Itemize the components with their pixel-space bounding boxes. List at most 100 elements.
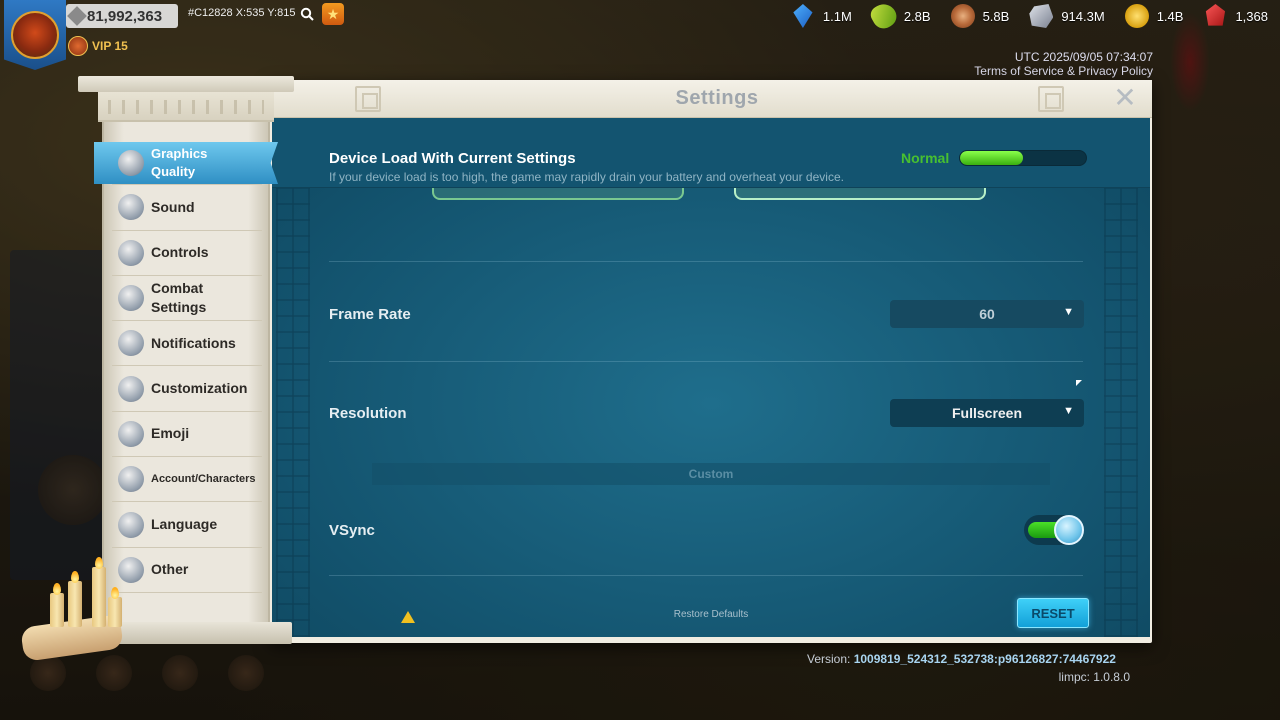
resolution-dropdown[interactable]: Fullscreen ▼ <box>890 399 1084 427</box>
sidebar-item-language[interactable]: Language <box>112 502 262 548</box>
sidebar-item-account[interactable]: Account/Characters <box>112 457 262 503</box>
resource-ruby[interactable]: 1,368 <box>1203 2 1268 30</box>
power-value: 81,992,363 <box>87 7 163 25</box>
swords-icon <box>118 285 144 312</box>
pillar-capital <box>78 76 294 92</box>
sidebar-item-controls[interactable]: Controls <box>112 231 262 276</box>
sidebar-item-label: Combat Settings <box>151 280 207 316</box>
device-load-status: Normal <box>901 150 950 166</box>
sidebar-item-notifications[interactable]: Notifications <box>112 321 262 367</box>
settings-title-bar: Settings ✕ <box>270 80 1152 118</box>
speaker-icon <box>118 194 144 221</box>
sidebar-item-label: Customization <box>151 380 248 397</box>
resource-gold[interactable]: 1.4B <box>1124 2 1204 30</box>
stone-icon <box>1029 4 1054 28</box>
person-icon <box>118 466 144 493</box>
gold-icon <box>1124 4 1149 28</box>
sidebar-item-label: Sound <box>151 198 195 215</box>
greek-key-icon <box>1038 86 1064 112</box>
frame-rate-value: 60 <box>979 306 995 322</box>
greek-key-icon <box>355 86 381 112</box>
sidebar-item-emoji[interactable]: Emoji <box>112 412 262 458</box>
mouse-cursor-icon <box>1076 380 1082 386</box>
vip-icon <box>68 36 88 56</box>
vip-label: VIP 15 <box>92 39 128 53</box>
resource-bar: 1.1M 2.8B 5.8B 914.3M 1.4B 1,368 <box>791 0 1268 33</box>
sidebar-item-label: Graphics Quality <box>151 146 208 179</box>
sidebar-item-other[interactable]: Other <box>112 548 262 593</box>
device-load-bar <box>959 150 1087 166</box>
candles-decoration[interactable] <box>20 557 132 662</box>
vsync-toggle[interactable] <box>1024 515 1084 545</box>
device-load-title: Device Load With Current Settings <box>329 150 576 167</box>
resource-food[interactable]: 2.8B <box>867 0 951 33</box>
resource-value: 2.8B <box>903 8 931 24</box>
sidebar-item-label: Controls <box>151 244 209 261</box>
close-button[interactable]: ✕ <box>1112 84 1138 112</box>
avatar-face <box>11 11 59 59</box>
version-prefix: Version: <box>807 652 854 666</box>
meander-border <box>276 118 310 637</box>
resource-wood[interactable]: 5.8B <box>950 2 1030 30</box>
restore-defaults-label: Restore Defaults <box>673 608 749 620</box>
smiley-icon <box>118 420 144 447</box>
sidebar-item-sound[interactable]: Sound <box>112 185 262 231</box>
sidebar-item-customization[interactable]: Customization <box>112 366 262 412</box>
sidebar-item-label: Emoji <box>151 425 190 442</box>
graphics-settings-panel: Device Load With Current Settings If you… <box>272 118 1150 637</box>
sidebar-item-combat[interactable]: Combat Settings <box>112 276 262 322</box>
utc-time: UTC 2025/09/05 07:34:07 <box>1014 50 1153 64</box>
divider <box>329 261 1083 262</box>
wood-icon <box>950 4 975 28</box>
divider <box>329 575 1083 576</box>
custom-label: Custom <box>688 467 734 481</box>
resource-value: 914.3M <box>1061 8 1105 24</box>
divider <box>329 361 1083 362</box>
resource-gem[interactable]: 1.1M <box>791 2 872 30</box>
device-load-header: Device Load With Current Settings If you… <box>272 118 1150 188</box>
resolution-label: Resolution <box>329 405 407 422</box>
vip-badge[interactable]: VIP 15 <box>68 36 128 56</box>
quality-option-button[interactable] <box>432 188 684 200</box>
terms-link[interactable]: Terms of Service & Privacy Policy <box>974 64 1153 78</box>
caret-down-icon: ▼ <box>1063 405 1074 417</box>
player-avatar[interactable] <box>4 0 66 70</box>
sidebar-item-graphics[interactable]: Graphics Quality <box>94 142 278 184</box>
resource-value: 1.4B <box>1156 8 1184 24</box>
device-load-description: If your device load is too high, the gam… <box>329 170 844 184</box>
sidebar-item-label: Account/Characters <box>151 472 256 485</box>
monitor-icon <box>118 150 144 176</box>
sidebar-item-label: Language <box>151 516 218 533</box>
settings-menu: Graphics Quality Sound Controls Combat Sett… <box>94 140 278 593</box>
scroll-icon <box>118 511 144 538</box>
reset-button[interactable]: RESET <box>1017 598 1089 628</box>
resource-value: 1.1M <box>822 8 852 24</box>
bookmark-star-icon[interactable]: ★ <box>322 3 344 25</box>
settings-window: Settings ✕ Device Load With Current Sett… <box>270 80 1152 643</box>
version-number: 1009819_524312_532738:p96126827:74467922 <box>853 652 1116 666</box>
frame-rate-dropdown[interactable]: 60 ▼ <box>890 300 1084 328</box>
custom-preset-row[interactable]: Custom <box>372 463 1050 485</box>
settings-title: Settings <box>675 87 759 109</box>
horn-icon <box>118 330 144 357</box>
device-load-fill <box>960 151 1023 165</box>
vsync-label: VSync <box>329 522 375 539</box>
version-info: Version: 1009819_524312_532738:p96126827… <box>807 652 1116 666</box>
gem-icon <box>793 4 813 28</box>
toggle-knob <box>1054 515 1084 545</box>
resource-value: 1,368 <box>1235 8 1268 24</box>
palette-icon <box>118 375 144 402</box>
caret-down-icon: ▼ <box>1063 306 1074 318</box>
meander-border <box>1104 118 1138 637</box>
utc-clock: UTC 2025/09/05 07:34:07 Terms of Service… <box>974 50 1153 78</box>
sidebar-item-label: Notifications <box>151 334 236 351</box>
power-icon <box>67 6 87 26</box>
power-display[interactable]: 81,992,363 <box>66 4 178 28</box>
frame-rate-label: Frame Rate <box>329 306 411 323</box>
quality-option-button-selected[interactable] <box>734 188 986 200</box>
resource-value: 5.8B <box>982 8 1010 24</box>
resource-stone[interactable]: 914.3M <box>1029 2 1124 30</box>
pillar-meander <box>98 92 274 122</box>
coordinates[interactable]: #C12828 X:535 Y:815 <box>188 7 295 19</box>
search-icon[interactable] <box>300 7 314 21</box>
